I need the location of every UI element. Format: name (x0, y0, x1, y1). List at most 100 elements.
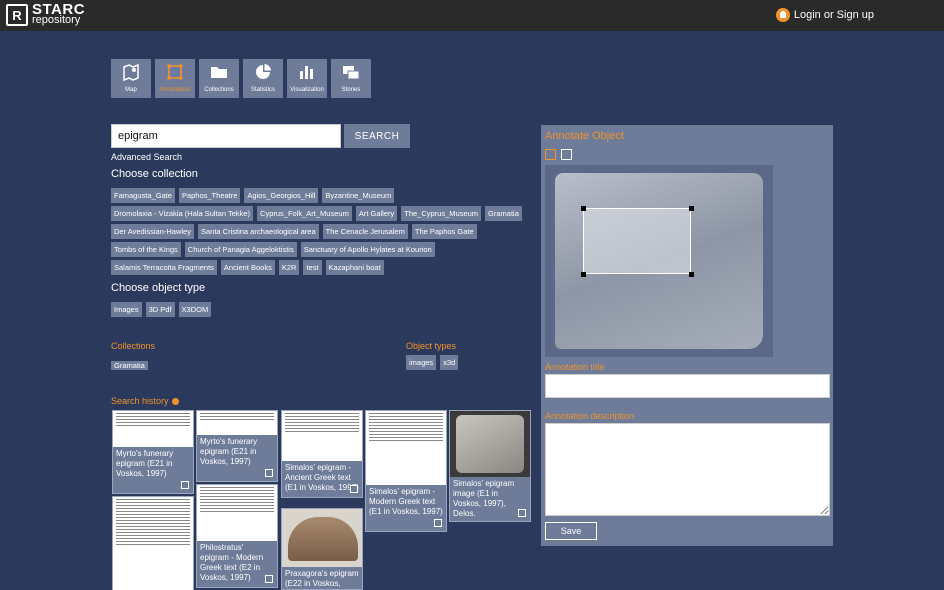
nav-label: Stories (341, 87, 361, 93)
login-link[interactable]: Login or Sign up (775, 8, 874, 22)
object-type-tag[interactable]: Images (111, 302, 142, 317)
collection-tag[interactable]: Santa Cristina archaeological area (197, 224, 319, 239)
result-title: Myrto's funerary epigram (E21 in Voskos,… (200, 437, 258, 466)
collection-tag[interactable]: K2R (278, 260, 300, 275)
nav-label: Map (125, 87, 137, 93)
collection-tag[interactable]: The Cenacle Jerusalem (322, 224, 408, 239)
nav-label: Collections (204, 87, 234, 93)
collection-tag[interactable]: The Paphos Gate (411, 224, 477, 239)
collection-tag[interactable]: test (303, 260, 322, 275)
map-icon (123, 63, 139, 82)
result-card[interactable]: Praxagora's epigram (E22 in Voskos, 1997… (281, 508, 363, 590)
collection-tag[interactable]: Cyprus_Folk_Art_Museum (257, 206, 352, 221)
search-button[interactable]: SEARCH (344, 124, 410, 148)
image-type-icon (265, 469, 273, 477)
collection-tag[interactable]: Famagusta_Gate (111, 188, 175, 203)
nav-statistics-button[interactable]: Statistics (243, 59, 283, 98)
image-type-icon (181, 481, 189, 489)
result-card[interactable]: Myrto's funerary epigram (E21 in Voskos,… (196, 410, 278, 482)
annotation-title-label: Annotation title (545, 362, 605, 372)
image-type-icon (434, 519, 442, 527)
selected-types-label: Object types (406, 341, 457, 351)
object-type-tag[interactable]: 3D Pdf (145, 302, 175, 317)
choose-collection-heading: Choose collection (111, 168, 198, 180)
result-title: Simalos' epigram - Modern Greek text (E1… (369, 487, 443, 516)
resize-handle[interactable] (581, 206, 586, 211)
document-thumbnail (113, 411, 193, 447)
starc-logo[interactable]: R STARC repository (6, 2, 85, 26)
search-input[interactable] (111, 124, 341, 148)
search-history-label[interactable]: Search history (111, 396, 179, 406)
result-card[interactable]: Philostratus' epigram - Modern Greek tex… (196, 484, 278, 588)
image-type-icon (518, 509, 526, 517)
nav-annotations-button[interactable]: Annotations (155, 59, 195, 98)
image-annotation-viewer[interactable] (545, 165, 773, 357)
tool-nav: Map Annotations Collections Statistics V… (111, 59, 371, 98)
collection-tag[interactable]: Agios_Georgios_Hill (244, 188, 319, 203)
result-card[interactable]: Myrto's funerary epigram (E21 in Voskos,… (112, 410, 194, 494)
collection-tag[interactable]: Church of Panagia Aggeloktistis (184, 242, 297, 257)
collection-tag[interactable]: Art Gallery (355, 206, 398, 221)
result-title: Myrto's funerary epigram (E21 in Voskos,… (116, 449, 174, 478)
document-thumbnail (197, 485, 277, 541)
result-card[interactable]: Simalos' epigram - Ancient Greek text (E… (281, 410, 363, 498)
logo-subtitle: repository (32, 14, 81, 26)
annotate-panel: Annotate Object Annotation title Annotat… (541, 125, 833, 546)
rectangle-mode-icon[interactable] (545, 149, 556, 160)
collection-tag[interactable]: Der Avedissian-Hawley (111, 224, 194, 239)
collection-tag[interactable]: Salamis Terracotta Fragments (111, 260, 217, 275)
result-title: Praxagora's epigram (E22 in Voskos, 1997… (285, 569, 359, 590)
user-icon (775, 8, 790, 22)
annotation-title-input[interactable] (545, 374, 830, 398)
collection-tag[interactable]: Ancient Books (220, 260, 275, 275)
stone-thumbnail (282, 509, 362, 567)
collection-tag[interactable]: Sanctuary of Apollo Hylates at Kourion (300, 242, 435, 257)
collection-tag[interactable]: Paphos_Theatre (178, 188, 241, 203)
result-card[interactable]: Simalos' epigram image (E1 in Voskos, 19… (449, 410, 531, 522)
annotation-description-label: Annotation description (545, 411, 635, 421)
resize-handle[interactable] (689, 206, 694, 211)
document-thumbnail (113, 497, 193, 590)
selected-types: images x3d (406, 355, 459, 370)
nav-label: Annotations (159, 87, 191, 93)
nav-visualization-button[interactable]: Visualization (287, 59, 327, 98)
document-thumbnail (282, 411, 362, 461)
annotation-selection[interactable] (583, 208, 691, 274)
collection-tag[interactable]: Byzantine_Museum (322, 188, 395, 203)
stone-thumbnail (450, 411, 530, 477)
result-card[interactable]: Simalos' epigram - Modern Greek text (E1… (365, 410, 447, 532)
selected-type-tag[interactable]: images (406, 355, 437, 370)
image-type-icon (265, 575, 273, 583)
selected-collections-label: Collections (111, 341, 156, 351)
collection-tag[interactable]: Tombs of the Kings (111, 242, 181, 257)
bar-chart-icon (300, 66, 313, 79)
collection-tags: Famagusta_Gate Paphos_Theatre Agios_Geor… (111, 188, 526, 275)
chat-icon (343, 66, 360, 80)
top-bar: R STARC repository Login or Sign up (0, 0, 944, 31)
document-thumbnail (366, 411, 446, 485)
collection-tag[interactable]: The_Cyprus_Museum (401, 206, 482, 221)
collection-tag[interactable]: Gramatia (485, 206, 522, 221)
selected-collection-tag[interactable]: Gramatia (111, 361, 148, 370)
nav-stories-button[interactable]: Stories (331, 59, 371, 98)
resize-handle[interactable] (689, 272, 694, 277)
nav-map-button[interactable]: Map (111, 59, 151, 98)
result-card[interactable] (112, 496, 194, 590)
folder-icon (211, 67, 227, 78)
resize-handle[interactable] (581, 272, 586, 277)
annotate-panel-title: Annotate Object (545, 130, 624, 142)
collection-tag[interactable]: Kazaphani boat (325, 260, 384, 275)
selected-collections: Gramatia (111, 355, 148, 373)
collection-tag[interactable]: Dromolaxia - Vizakia (Hala Sultan Tekke) (111, 206, 254, 221)
nav-label: Statistics (250, 87, 275, 93)
list-mode-icon[interactable] (561, 149, 572, 160)
image-type-icon (350, 485, 358, 493)
nav-collections-button[interactable]: Collections (199, 59, 239, 98)
selected-type-tag[interactable]: x3d (440, 355, 459, 370)
annotation-description-input[interactable] (545, 423, 830, 516)
logo-mark: R (6, 4, 28, 26)
object-type-tag[interactable]: X3DOM (178, 302, 212, 317)
history-indicator-icon (171, 398, 179, 406)
advanced-search-link[interactable]: Advanced Search (111, 152, 182, 162)
save-button[interactable]: Save (545, 522, 597, 540)
